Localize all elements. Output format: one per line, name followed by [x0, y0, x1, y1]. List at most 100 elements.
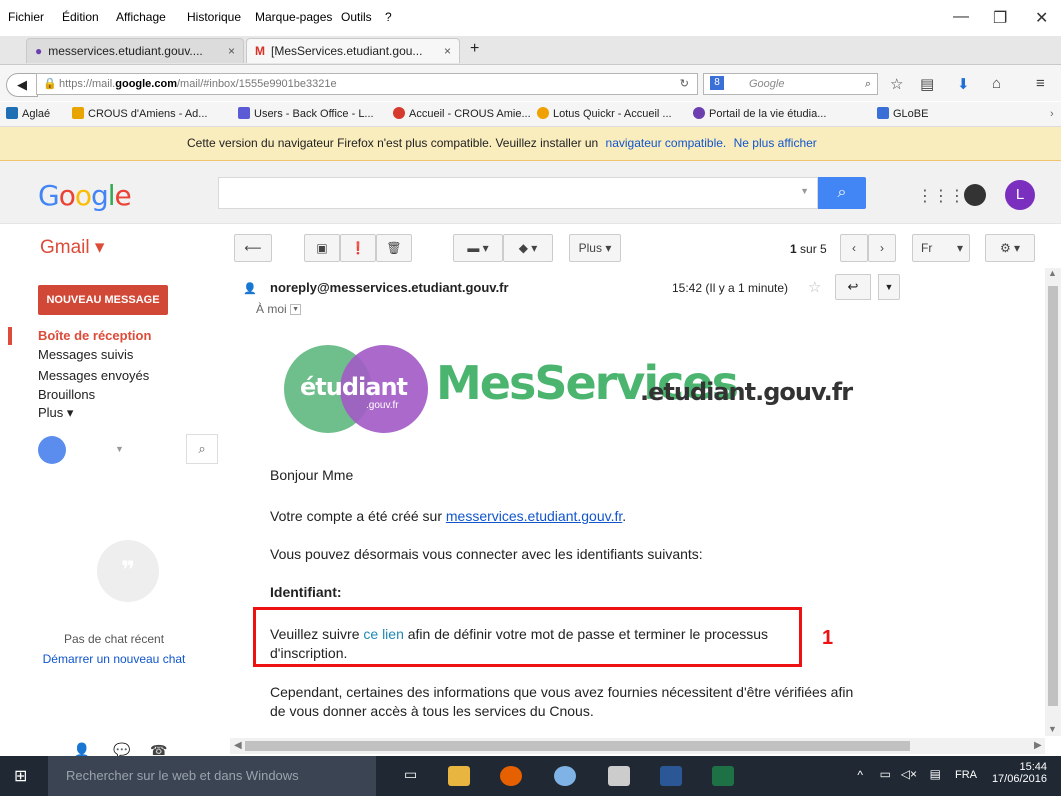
dismiss-warning-link[interactable]: Ne plus afficher	[734, 136, 817, 150]
scroll-right-icon[interactable]: ▶	[1034, 740, 1042, 751]
bookmark-favicon-icon	[6, 107, 18, 119]
show-details-chevron-icon[interactable]: ▼	[290, 304, 302, 316]
sidebar-item-starred[interactable]: Messages suivis	[38, 347, 133, 362]
chat-status-chevron-icon[interactable]: ▼	[115, 444, 124, 454]
back-to-inbox-button[interactable]: ⟵	[234, 234, 272, 262]
chat-search-button[interactable]: ⌕	[186, 434, 218, 464]
scroll-down-icon[interactable]: ▼	[1048, 724, 1057, 734]
close-tab-icon[interactable]: ×	[444, 39, 451, 63]
labels-button[interactable]: ◆ ▾	[503, 234, 553, 262]
menu-outils[interactable]: Outils	[341, 10, 372, 24]
account-avatar[interactable]: L	[1005, 180, 1035, 210]
sidebar-item-sent[interactable]: Messages envoyés	[38, 368, 149, 383]
back-button[interactable]: ◀	[6, 73, 38, 97]
sidebar-item-inbox[interactable]: Boîte de réception	[38, 328, 151, 343]
archive-button[interactable]: ▣	[304, 234, 340, 262]
bookmark-aglae[interactable]: Aglaé	[6, 102, 50, 126]
clock[interactable]: 15:44 17/06/2016	[987, 761, 1047, 785]
menu-affichage[interactable]: Affichage	[116, 10, 166, 24]
file-explorer-icon[interactable]	[448, 766, 470, 786]
minimize-button[interactable]: —	[953, 8, 969, 26]
bookmark-portail-vie-etudiante[interactable]: Portail de la vie étudia...	[693, 102, 826, 126]
menu-fichier[interactable]: Fichier	[8, 10, 44, 24]
tray-chevron-icon[interactable]: ^	[857, 768, 863, 782]
bookmark-users-back-office[interactable]: Users - Back Office - L...	[238, 102, 374, 126]
task-view-icon[interactable]: ▭	[404, 766, 417, 783]
settings-button[interactable]: ⚙ ▾	[985, 234, 1035, 262]
gmail-menu[interactable]: Gmail ▾	[40, 236, 104, 259]
sidebar-item-drafts[interactable]: Brouillons	[38, 387, 95, 402]
messervices-link[interactable]: messervices.etudiant.gouv.fr	[446, 508, 622, 524]
sender-email[interactable]: noreply@messervices.etudiant.gouv.fr	[270, 280, 509, 295]
bookmark-favicon-icon	[238, 107, 250, 119]
calculator-icon[interactable]	[608, 766, 630, 786]
new-tab-button[interactable]: +	[470, 40, 479, 58]
star-icon[interactable]: ☆	[808, 278, 821, 296]
bookmark-accueil-crous[interactable]: Accueil - CROUS Amie...	[393, 102, 531, 126]
reload-icon[interactable]: ↻	[680, 74, 689, 94]
close-window-button[interactable]: ✕	[1035, 8, 1048, 28]
bookmark-globe[interactable]: GLoBE	[877, 102, 928, 126]
tab-messervices[interactable]: ● messervices.etudiant.gouv.... ×	[26, 38, 244, 63]
search-button[interactable]: ⌕	[818, 177, 866, 209]
more-actions-dropdown[interactable]: ▼	[878, 274, 900, 300]
compatible-browser-link[interactable]: navigateur compatible.	[606, 136, 727, 150]
excel-icon[interactable]	[712, 766, 734, 786]
scroll-up-icon[interactable]: ▲	[1048, 268, 1057, 278]
more-button[interactable]: Plus ▾	[569, 234, 621, 262]
search-icon[interactable]: ⌕	[865, 74, 871, 94]
pager-current: 1	[790, 242, 797, 256]
hamburger-menu-icon[interactable]: ≡	[1036, 75, 1045, 92]
windows-start-icon[interactable]: ⊞	[14, 766, 27, 786]
search-engine-box[interactable]: 8 Google ⌕	[703, 73, 878, 95]
compose-button[interactable]: NOUVEAU MESSAGE	[38, 285, 168, 315]
move-to-button[interactable]: ▬ ▾	[453, 234, 503, 262]
logo-gouv-text: .gouv.fr	[366, 400, 399, 411]
clock-date: 17/06/2016	[991, 773, 1047, 785]
prev-message-button[interactable]: ‹	[840, 234, 868, 262]
taskbar-search-input[interactable]: Rechercher sur le web et dans Windows	[48, 756, 376, 796]
menu-marque-pages[interactable]: Marque-pages	[255, 10, 332, 24]
next-message-button[interactable]: ›	[868, 234, 896, 262]
network-icon[interactable]: ▭	[880, 767, 891, 781]
portal-favicon-icon: ●	[35, 44, 43, 58]
restore-button[interactable]: ❐	[993, 8, 1007, 28]
reply-button[interactable]: ↩	[835, 274, 871, 300]
menu-edition[interactable]: Édition	[62, 10, 99, 24]
bookmark-lotus-quickr[interactable]: Lotus Quickr - Accueil ...	[537, 102, 672, 126]
menu-help[interactable]: ?	[385, 10, 392, 24]
reading-list-icon[interactable]: ▤	[920, 75, 934, 93]
report-spam-button[interactable]: ❗	[340, 234, 376, 262]
horizontal-scroll-thumb[interactable]	[245, 741, 910, 751]
outlook-icon[interactable]	[554, 766, 576, 786]
bookmark-crous-amiens[interactable]: CROUS d'Amiens - Ad...	[72, 102, 207, 126]
home-icon[interactable]: ⌂	[992, 75, 1001, 92]
mail-search-input[interactable]: ▼	[218, 177, 818, 209]
input-language-button[interactable]: Fr ▾	[912, 234, 970, 262]
close-tab-icon[interactable]: ×	[228, 39, 235, 63]
scroll-left-icon[interactable]: ◀	[234, 740, 242, 751]
delete-button[interactable]: 🗑	[376, 234, 412, 262]
action-center-icon[interactable]: ▤	[930, 767, 941, 781]
vertical-scroll-thumb[interactable]	[1048, 286, 1058, 706]
bookmark-star-icon[interactable]: ☆	[890, 75, 903, 93]
google-logo[interactable]: Google	[38, 179, 132, 212]
url-bar[interactable]: 🔒 https://mail.google.com/mail/#inbox/15…	[36, 73, 698, 95]
apps-grid-icon[interactable]: ⋮⋮⋮	[917, 186, 965, 206]
back-arrow-icon: ⟵	[244, 241, 262, 255]
start-chat-link[interactable]: Démarrer un nouveau chat	[0, 652, 228, 666]
firefox-icon[interactable]	[500, 766, 522, 786]
tab-gmail[interactable]: M [MesServices.etudiant.gou... ×	[246, 38, 460, 63]
volume-icon[interactable]: ◁×	[901, 767, 917, 781]
word-icon[interactable]	[660, 766, 682, 786]
account-created-paragraph: Votre compte a été créé sur messervices.…	[270, 508, 870, 524]
input-language[interactable]: FRA	[955, 769, 977, 781]
search-options-chevron-icon[interactable]: ▼	[800, 186, 809, 196]
download-icon[interactable]: ⬇	[957, 75, 970, 93]
notifications-bell-icon[interactable]	[964, 184, 986, 206]
bookmarks-overflow-icon[interactable]: ›	[1050, 102, 1054, 126]
menu-historique[interactable]: Historique	[187, 10, 241, 24]
gear-icon: ⚙ ▾	[999, 241, 1021, 255]
sidebar-item-more[interactable]: Plus ▾	[38, 405, 73, 421]
chat-user-avatar[interactable]	[38, 436, 66, 464]
